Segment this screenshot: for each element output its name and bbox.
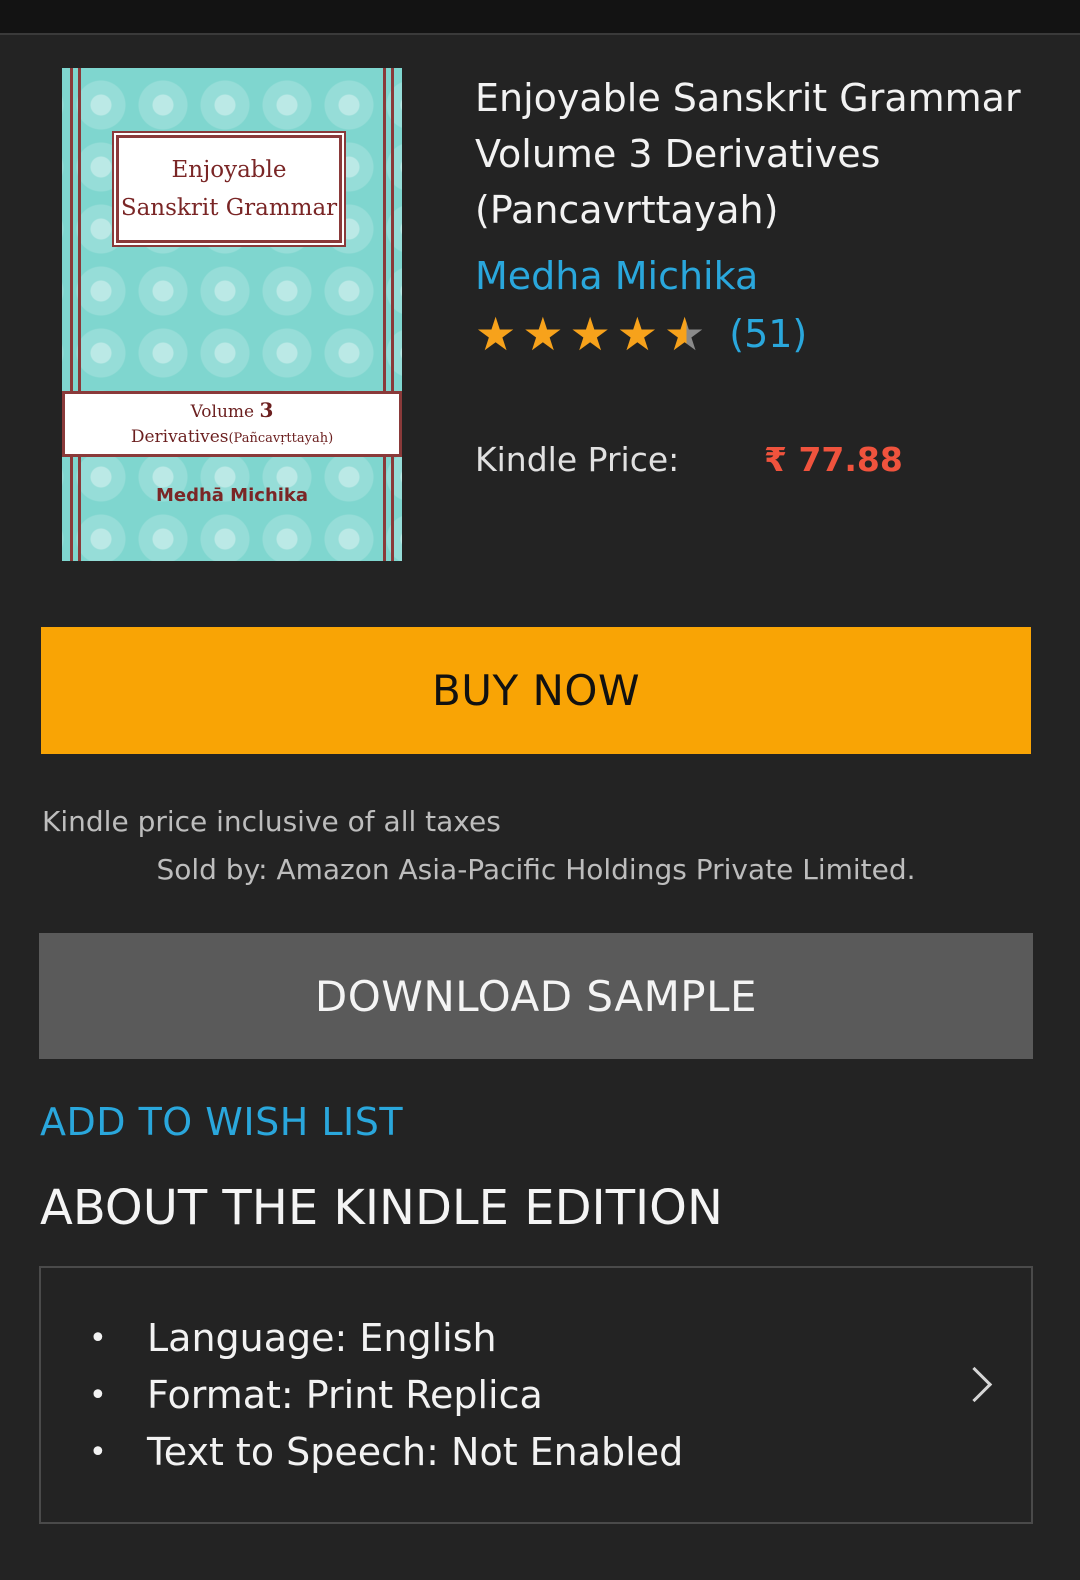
rating-row[interactable]: ★ ★ ★ ★ ★ (51) <box>475 309 807 359</box>
bullet: • <box>89 1378 107 1413</box>
buy-now-button[interactable]: BUY NOW <box>41 627 1031 754</box>
cover-title-line1: Enjoyable <box>171 157 287 183</box>
bullet: • <box>89 1321 107 1356</box>
list-item: • Format: Print Replica <box>89 1367 683 1424</box>
details-list: • Language: English • Format: Print Repl… <box>89 1310 683 1481</box>
kindle-edition-details[interactable]: • Language: English • Format: Print Repl… <box>39 1266 1033 1524</box>
cover-volume-box: Volume 3 Derivatives(Pañcavṛttayaḥ) <box>62 391 402 457</box>
book-title: Enjoyable Sanskrit Grammar Volume 3 Deri… <box>475 76 1021 232</box>
about-kindle-edition-heading: ABOUT THE KINDLE EDITION <box>40 1180 723 1236</box>
rating-count[interactable]: (51) <box>729 312 807 356</box>
chevron-right-icon <box>956 1366 993 1403</box>
bullet: • <box>89 1435 107 1470</box>
book-cover-image[interactable]: Enjoyable Sanskrit Grammar Volume 3 Deri… <box>62 68 402 561</box>
cover-author: Medhā Michika <box>155 485 309 506</box>
price-label: Kindle Price: <box>475 440 680 479</box>
half-star-icon: ★ <box>664 307 706 361</box>
detail-language: Language: English <box>147 1316 497 1360</box>
list-item: • Language: English <box>89 1310 683 1367</box>
author-link[interactable]: Medha Michika <box>475 254 758 298</box>
cover-subtitle-paren: (Pañcavṛttayaḥ) <box>228 430 334 446</box>
star-icon: ★ <box>569 307 611 361</box>
kindle-price: ₹ 77.88 <box>764 440 903 479</box>
sold-by-text: Sold by: Amazon Asia-Pacific Holdings Pr… <box>156 853 916 886</box>
cover-volume-word: Volume <box>190 401 255 422</box>
star-icon: ★ <box>475 307 517 361</box>
download-sample-button[interactable]: DOWNLOAD SAMPLE <box>39 933 1033 1059</box>
star-icon: ★ <box>616 307 658 361</box>
status-bar <box>0 0 1080 35</box>
tax-note: Kindle price inclusive of all taxes <box>42 805 501 838</box>
cover-title-line2: Sanskrit Grammar <box>120 195 338 221</box>
star-icon: ★ <box>522 307 564 361</box>
add-to-wish-list-link[interactable]: ADD TO WISH LIST <box>40 1100 403 1144</box>
detail-format: Format: Print Replica <box>147 1373 543 1417</box>
cover-volume-number: 3 <box>259 397 274 422</box>
list-item: • Text to Speech: Not Enabled <box>89 1424 683 1481</box>
detail-text-to-speech: Text to Speech: Not Enabled <box>147 1430 684 1474</box>
cover-title-box: Enjoyable Sanskrit Grammar <box>116 135 342 243</box>
cover-subtitle: Derivatives <box>130 426 229 447</box>
star-rating: ★ ★ ★ ★ ★ <box>475 309 705 359</box>
